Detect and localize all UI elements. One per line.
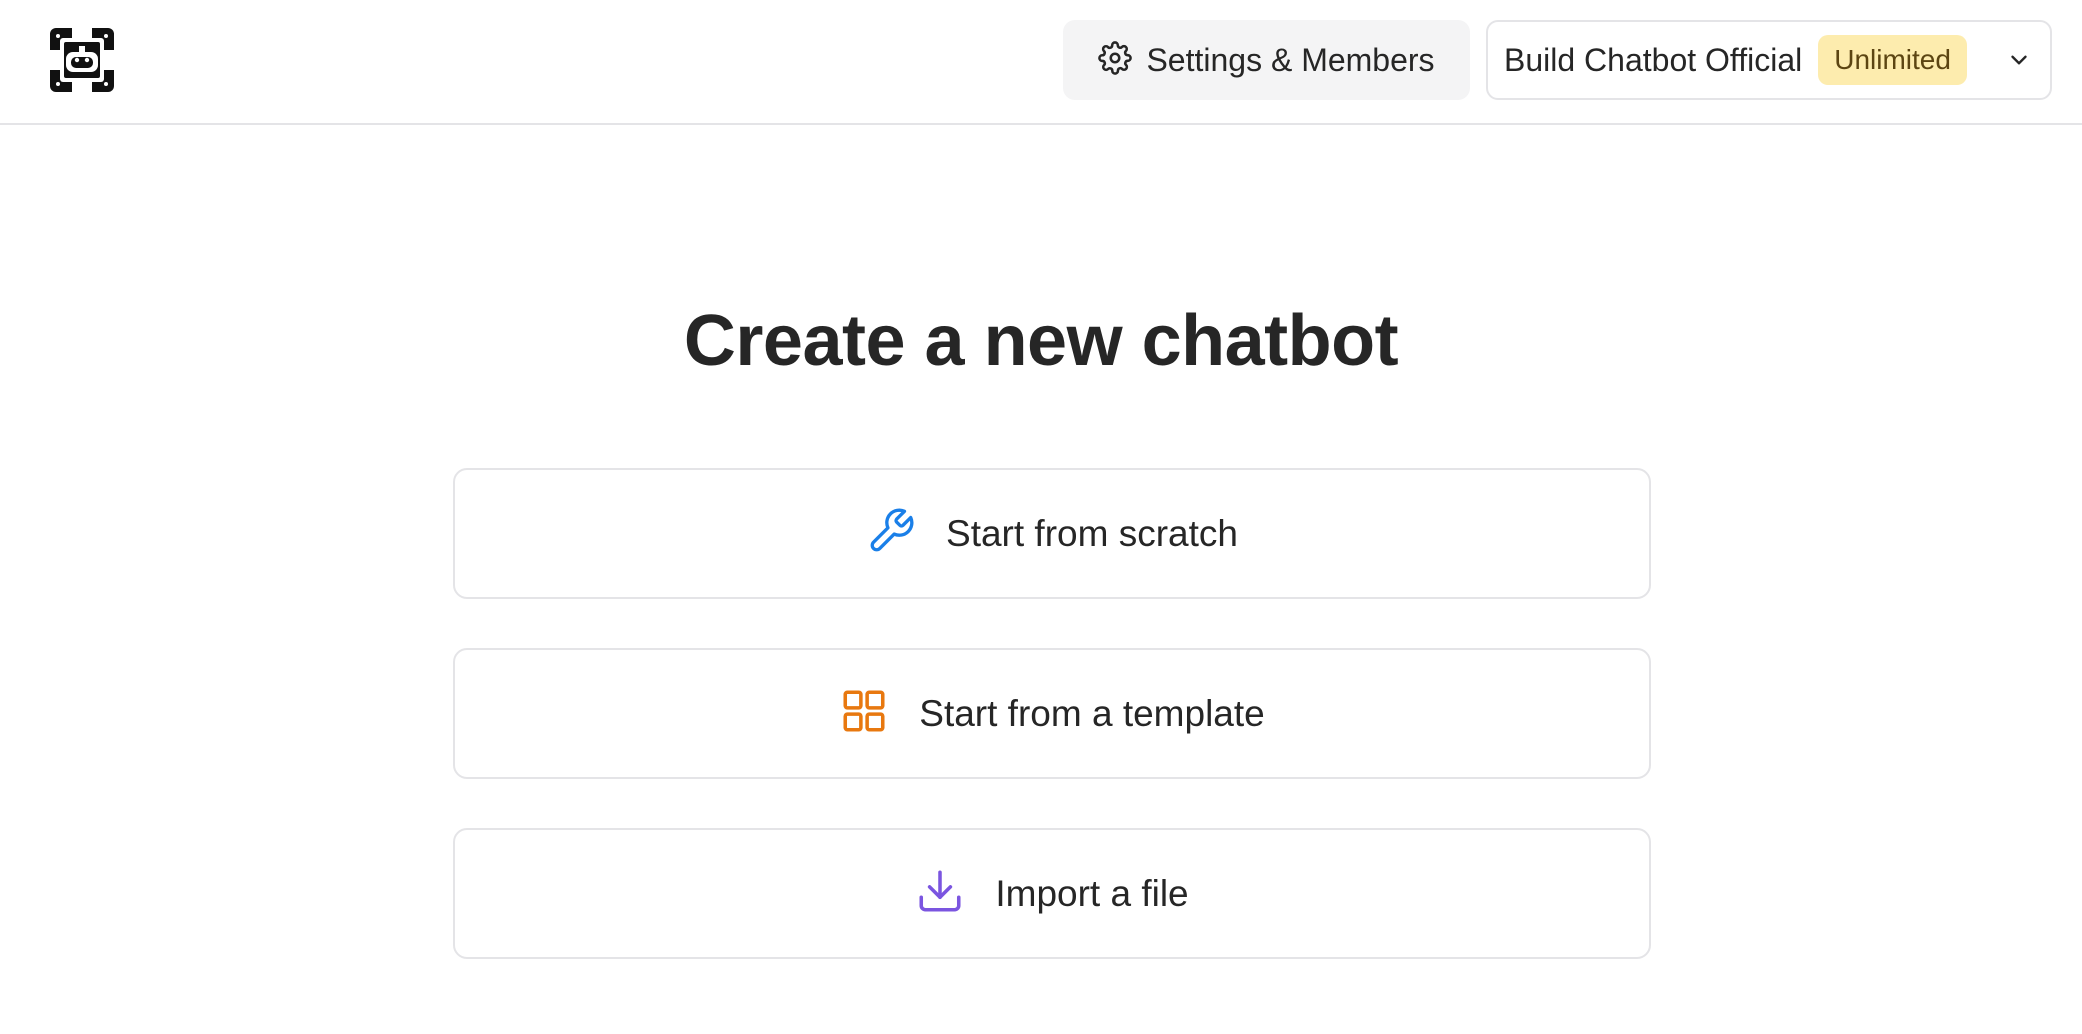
robot-logo-icon[interactable] [49, 27, 115, 93]
download-icon [915, 866, 965, 921]
start-from-template-button[interactable]: Start from a template [453, 648, 1651, 779]
top-bar: Settings & Members Build Chatbot Officia… [0, 0, 2082, 125]
workspace-name: Build Chatbot Official [1504, 41, 1803, 78]
wrench-icon [866, 506, 916, 561]
chevron-down-icon [2006, 47, 2032, 73]
option-label: Start from a template [919, 692, 1265, 734]
workspace-selector[interactable]: Build Chatbot Official Unlimited [1486, 20, 2052, 100]
start-from-scratch-button[interactable]: Start from scratch [453, 468, 1651, 599]
import-file-button[interactable]: Import a file [453, 828, 1651, 959]
page-title: Create a new chatbot [683, 301, 1399, 381]
settings-members-label: Settings & Members [1146, 41, 1435, 78]
settings-members-button[interactable]: Settings & Members [1063, 20, 1470, 100]
grid-icon [839, 686, 889, 741]
gear-icon [1098, 40, 1133, 80]
option-label: Import a file [995, 872, 1189, 914]
option-label: Start from scratch [946, 512, 1238, 554]
plan-badge: Unlimited [1818, 35, 1967, 85]
